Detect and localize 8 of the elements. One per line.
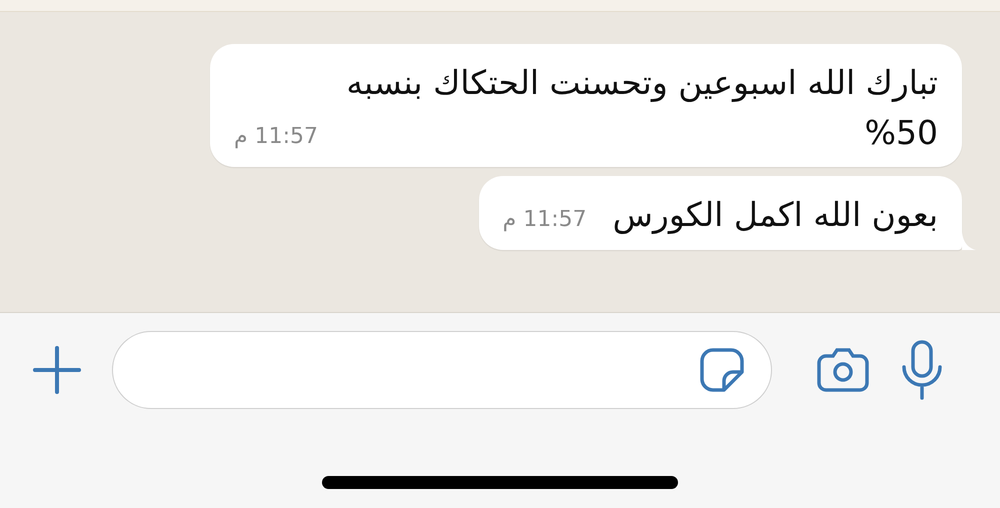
message-text: بعون الله اكمل الكورس xyxy=(612,194,938,236)
camera-icon[interactable] xyxy=(816,347,870,393)
message-time: 11:57 م xyxy=(234,123,318,151)
message-time: 11:57 م xyxy=(502,206,587,234)
message-text: تبارك الله اسبوعين وتحسنت الحتكاك بنسبه 50% xyxy=(345,62,938,154)
microphone-icon[interactable] xyxy=(900,339,944,401)
add-icon[interactable] xyxy=(32,345,82,395)
sticker-icon[interactable] xyxy=(699,347,745,393)
